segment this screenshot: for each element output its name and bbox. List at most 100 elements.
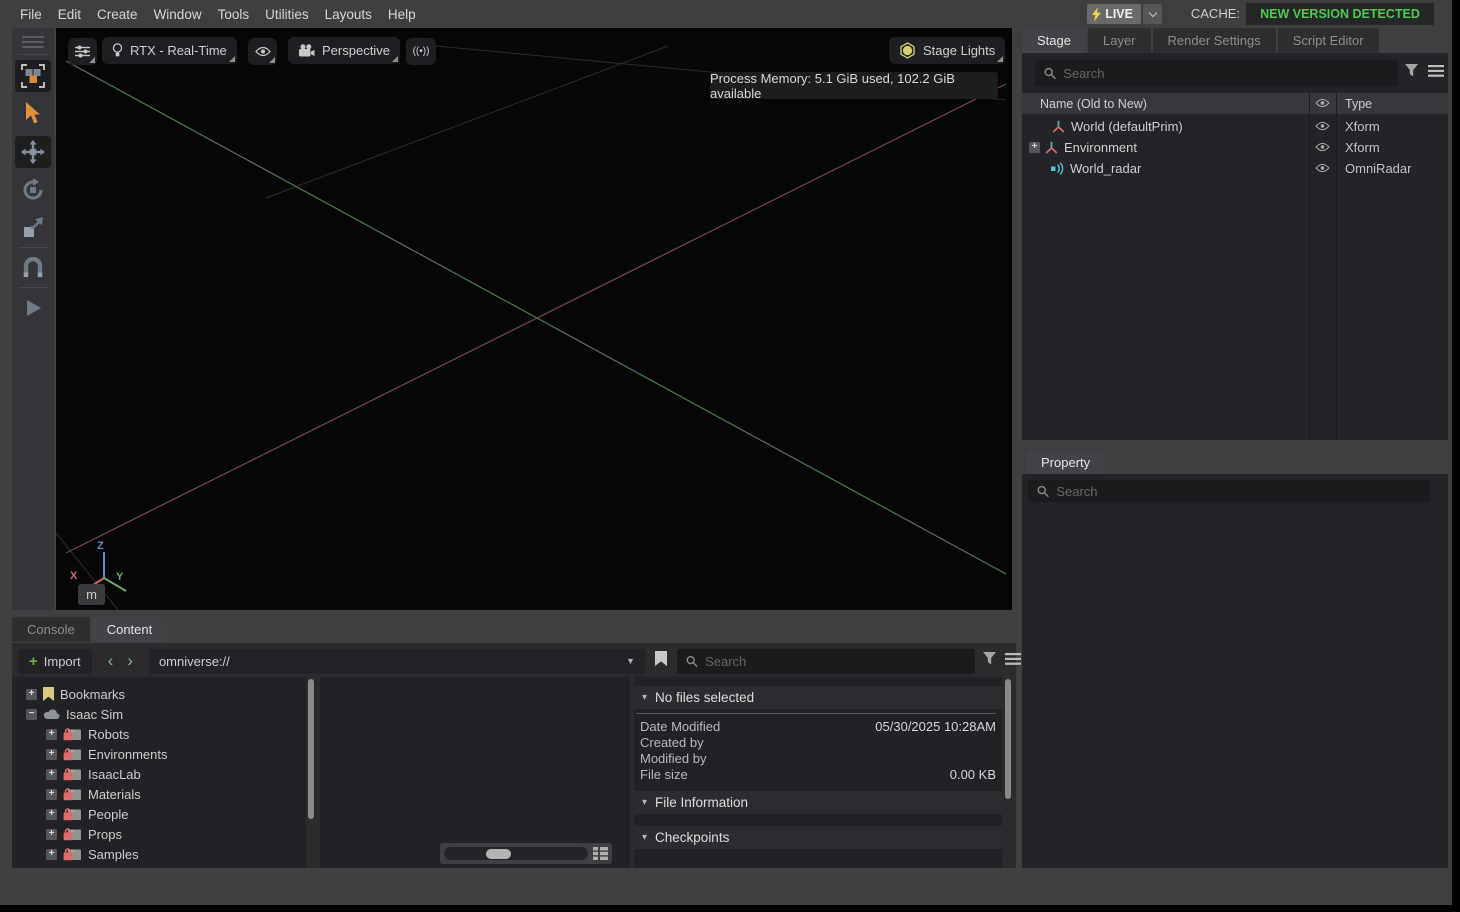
play-button[interactable] [15,292,51,324]
expand-icon[interactable]: + [46,849,57,860]
viewport-visibility-button[interactable] [248,38,277,65]
expand-icon[interactable]: + [46,749,57,760]
content-options-button[interactable] [1005,652,1021,670]
menu-utilities[interactable]: Utilities [257,7,317,22]
filter-icon [1405,64,1419,78]
slider-handle[interactable] [486,849,511,859]
slider-track[interactable] [444,847,588,860]
camera-dropdown[interactable]: Perspective [288,37,400,64]
snap-tool-button[interactable] [15,252,51,284]
visibility-toggle[interactable] [1315,119,1330,134]
tab-stage[interactable]: Stage [1022,28,1086,53]
stage-row-world[interactable]: World (defaultPrim) Xform [1022,116,1448,137]
details-scrollbar[interactable] [1004,679,1011,864]
file-details-column: ▾ No files selected Date Modified 05/30/… [634,677,1002,868]
tree-item-people[interactable]: + People [46,804,128,824]
tree-item-isaaclab[interactable]: + IsaacLab [46,764,141,784]
stage-row-environment[interactable]: + Environment Xform [1022,137,1448,158]
name-column-header[interactable]: Name (Old to New) [1040,97,1147,111]
menu-tools[interactable]: Tools [210,7,258,22]
menu-help[interactable]: Help [380,7,424,22]
tree-item-props[interactable]: + Props [46,824,122,844]
file-information-section-header[interactable]: ▾ File Information [634,791,1002,814]
property-search-input[interactable] [1056,484,1421,499]
path-field[interactable]: ▼ [149,649,645,674]
visibility-toggle[interactable] [1315,161,1330,176]
expand-icon[interactable]: + [46,829,57,840]
icon-size-slider[interactable] [440,843,612,864]
viewport-3d[interactable]: Z X Y m RTX - Real-Time [56,28,1012,610]
tree-item-label: Isaac Sim [66,707,123,722]
expand-icon[interactable]: + [46,809,57,820]
stage-filter-button[interactable] [1405,64,1419,78]
property-search[interactable] [1028,480,1430,502]
tree-item-environments[interactable]: + Environments [46,744,167,764]
tab-content[interactable]: Content [92,617,168,642]
locked-folder-icon [63,767,82,781]
checkpoints-section-header[interactable]: ▾ Checkpoints [634,826,1002,849]
forward-button[interactable]: › [127,651,133,671]
tab-render-settings[interactable]: Render Settings [1153,28,1276,53]
expand-icon[interactable]: + [1029,142,1040,153]
axis-y-label: Y [116,571,123,583]
toolbar-drag-handle[interactable] [22,36,44,51]
expand-icon[interactable]: + [26,689,37,700]
expand-icon[interactable]: + [46,789,57,800]
locked-folder-icon [63,727,82,741]
menu-file[interactable]: File [12,7,50,22]
menu-layouts[interactable]: Layouts [317,7,380,22]
type-column-header[interactable]: Type [1345,97,1372,111]
property-panel: Property [1022,450,1448,868]
tree-item-bookmarks[interactable]: + Bookmarks [26,684,125,704]
no-files-section-header[interactable]: ▾ No files selected [634,686,1002,709]
scale-tool-button[interactable] [15,212,51,244]
menu-window[interactable]: Window [146,7,210,22]
bookmark-icon [43,687,54,701]
bookmark-button[interactable] [655,651,667,671]
viewport-settings-button[interactable] [68,38,97,65]
stage-lights-button[interactable]: Stage Lights [889,37,1005,64]
content-search[interactable] [677,649,975,674]
tree-item-robots[interactable]: + Robots [46,724,129,744]
back-button[interactable]: ‹ [108,651,114,671]
stage-row-world-radar[interactable]: World_radar OmniRadar [1022,158,1448,179]
menu-create[interactable]: Create [89,7,146,22]
move-tool-button[interactable] [15,136,51,168]
tree-scrollbar[interactable] [307,679,314,864]
menu-edit[interactable]: Edit [50,7,89,22]
tab-property[interactable]: Property [1026,450,1105,474]
live-dropdown-button[interactable] [1143,4,1162,24]
broadcast-button[interactable]: ((•)) [406,38,436,65]
tab-layer[interactable]: Layer [1088,28,1151,53]
axis-z-label: Z [97,540,104,552]
select-tool-button[interactable] [15,98,51,130]
expand-icon[interactable]: + [46,769,57,780]
live-button[interactable]: LIVE [1087,4,1141,24]
list-view-icon[interactable] [593,847,608,860]
prim-name: Environment [1064,140,1137,155]
search-icon [1037,485,1049,498]
content-search-input[interactable] [705,654,966,669]
tab-script-editor[interactable]: Script Editor [1278,28,1379,53]
cache-label: CACHE: [1191,6,1240,21]
file-grid-area[interactable] [320,677,630,868]
import-button[interactable]: + Import [18,649,92,674]
tree-item-isaac-sim[interactable]: − Isaac Sim [26,704,123,724]
tree-item-samples[interactable]: + Samples [46,844,139,864]
path-input[interactable] [159,654,626,669]
renderer-dropdown[interactable]: RTX - Real-Time [102,37,237,64]
broadcast-icon: ((•)) [413,46,430,57]
path-dropdown-icon[interactable]: ▼ [626,656,635,666]
visibility-toggle[interactable] [1315,140,1330,155]
tree-item-materials[interactable]: + Materials [46,784,141,804]
expand-icon[interactable]: + [46,729,57,740]
content-filter-button[interactable] [983,652,997,671]
unit-badge[interactable]: m [78,584,105,605]
tab-console[interactable]: Console [12,617,90,642]
selection-mode-button[interactable] [15,60,51,92]
stage-search[interactable] [1035,60,1398,86]
rotate-tool-button[interactable] [15,174,51,206]
stage-search-input[interactable] [1063,66,1389,81]
stage-options-button[interactable] [1428,65,1444,77]
collapse-icon[interactable]: − [26,709,37,720]
